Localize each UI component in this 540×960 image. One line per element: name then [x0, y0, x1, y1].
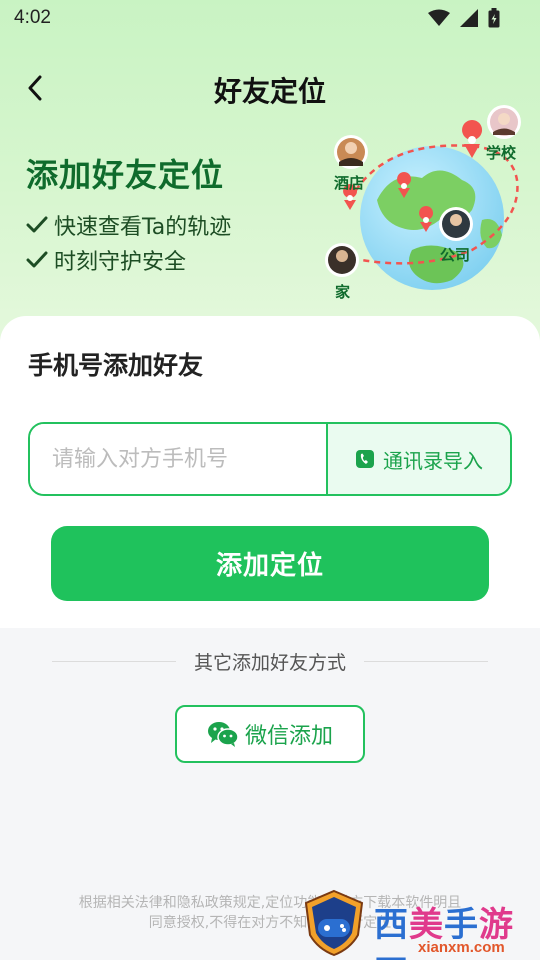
- avatar-home: [325, 243, 359, 277]
- feature-text: 时刻守护安全: [54, 250, 187, 275]
- signal-icon: [460, 9, 478, 27]
- phone-add-card: 手机号添加好友 通讯录导入 添加定位: [0, 316, 540, 628]
- watermark-logo-icon: [304, 889, 364, 957]
- phone-input-group: 通讯录导入: [28, 422, 512, 496]
- place-label-company: 公司: [440, 246, 470, 264]
- battery-icon: [488, 8, 500, 28]
- divider-line: [364, 660, 489, 662]
- globe-illustration: 酒店 学校 公司 家: [322, 100, 537, 305]
- watermark-char: 西: [374, 905, 409, 945]
- wechat-icon: [207, 722, 239, 747]
- add-location-button[interactable]: 添加定位: [51, 526, 489, 601]
- phone-book-icon: [356, 450, 374, 468]
- feature-item: 快速查看Ta的轨迹: [26, 209, 231, 241]
- location-pin-icon: [462, 120, 483, 158]
- contacts-import-button[interactable]: 通讯录导入: [326, 424, 510, 494]
- status-icons: [428, 8, 500, 28]
- hero-title: 添加好友定位: [26, 156, 225, 194]
- avatar-hotel: [334, 135, 368, 169]
- place-label-school: 学校: [486, 144, 517, 162]
- check-icon: [26, 251, 48, 268]
- hero-banner: 4:02 好友定位 添加好友定位 快速查看Ta的轨迹 时刻守护安全 酒店 学校 …: [0, 0, 540, 340]
- wechat-add-label: 微信添加: [244, 724, 333, 749]
- contacts-import-label: 通讯录导入: [383, 448, 483, 473]
- avatar-school: [487, 105, 521, 139]
- site-watermark: 西美手游网 xianxm.com: [300, 885, 540, 960]
- wechat-add-button[interactable]: 微信添加: [175, 705, 365, 763]
- watermark-domain: xianxm.com: [418, 939, 505, 956]
- wifi-icon: [428, 9, 450, 26]
- feature-item: 时刻守护安全: [26, 244, 186, 276]
- section-title: 手机号添加好友: [28, 351, 204, 380]
- divider-text: 其它添加好友方式: [194, 651, 347, 674]
- place-label-hotel: 酒店: [334, 174, 364, 192]
- status-bar: 4:02: [0, 0, 540, 38]
- place-label-home: 家: [335, 283, 350, 301]
- check-icon: [26, 216, 48, 233]
- avatar-company: [439, 207, 473, 241]
- feature-text: 快速查看Ta的轨迹: [54, 215, 232, 240]
- status-time: 4:02: [14, 7, 51, 28]
- divider-line: [52, 660, 176, 662]
- other-methods-divider: 其它添加好友方式: [52, 648, 489, 674]
- phone-input[interactable]: [30, 424, 326, 494]
- watermark-char: 网: [374, 954, 409, 960]
